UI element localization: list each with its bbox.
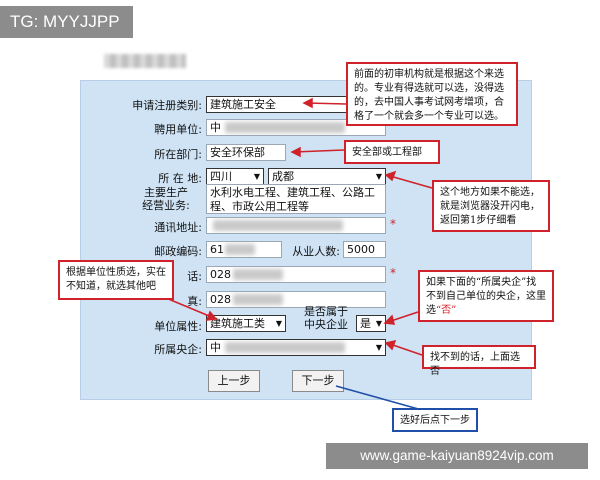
blurred-header bbox=[104, 54, 186, 68]
postcode-label: 邮政编码: bbox=[154, 245, 202, 258]
category-value: 建筑施工安全 bbox=[210, 98, 276, 111]
phone-value: 028 bbox=[210, 268, 231, 281]
city-select[interactable]: 成都 ▼ bbox=[268, 168, 386, 185]
central-enterprise-redacted bbox=[225, 342, 345, 353]
unit-type-label: 单位属性: bbox=[154, 320, 202, 333]
watermark-bottom: www.game-kaiyuan8924vip.com bbox=[326, 443, 588, 469]
department-value: 安全环保部 bbox=[210, 146, 265, 159]
location-label: 所 在 地: bbox=[158, 172, 202, 185]
address-redacted bbox=[213, 220, 343, 231]
callout-central-no: “否” bbox=[436, 305, 457, 316]
central-yes-no-select[interactable]: 是 ▼ bbox=[356, 315, 386, 332]
unit-type-select[interactable]: 建筑施工类 ▼ bbox=[206, 315, 286, 332]
central-question-label: 是否属于 中央企业 bbox=[296, 305, 356, 331]
central-enterprise-select[interactable]: 中 ▼ bbox=[206, 339, 386, 356]
employer-redacted bbox=[225, 122, 345, 133]
prev-step-button[interactable]: 上一步 bbox=[208, 370, 260, 392]
business-value: 水利水电工程、建筑工程、公路工程、市政公用工程等 bbox=[210, 186, 375, 213]
postcode-input[interactable]: 61 bbox=[206, 241, 282, 258]
employer-value: 中 bbox=[210, 121, 221, 134]
callout-top: 前面的初审机构就是根据这个来选的。专业有得选就可以选，没得选的，去中国人事考试网… bbox=[346, 62, 518, 126]
central-yes-no-value: 是 bbox=[360, 317, 371, 330]
department-label: 所在部门: bbox=[154, 148, 202, 161]
employer-label: 聘用单位: bbox=[154, 123, 202, 136]
postcode-value: 61 bbox=[210, 243, 224, 256]
phone-redacted bbox=[233, 269, 283, 280]
address-input[interactable] bbox=[206, 217, 386, 234]
city-value: 成都 bbox=[272, 170, 294, 183]
phone-required-mark: * bbox=[390, 266, 396, 280]
callout-central-if: 如果下面的“所属央企”找不到自己单位的央企，这里选“否” bbox=[418, 270, 554, 322]
category-label: 申请注册类别: bbox=[132, 99, 202, 112]
business-label: 主要生产 经营业务: bbox=[130, 186, 202, 212]
callout-next-tip: 选好后点下一步 bbox=[392, 408, 478, 432]
callout-central-notfound: 找不到的话，上面选否 bbox=[422, 345, 536, 377]
province-select[interactable]: 四川 ▼ bbox=[206, 168, 264, 185]
postcode-redacted bbox=[225, 244, 255, 255]
central-enterprise-value: 中 bbox=[210, 341, 221, 354]
callout-department: 安全部或工程部 bbox=[344, 140, 440, 164]
business-label-text: 主要生产 经营业务: bbox=[142, 186, 190, 212]
watermark-top: TG: MYYJJPP bbox=[0, 6, 133, 38]
next-step-button[interactable]: 下一步 bbox=[292, 370, 344, 392]
staff-input[interactable]: 5000 bbox=[343, 241, 386, 258]
department-input[interactable]: 安全环保部 bbox=[206, 144, 286, 161]
central-enterprise-label: 所属央企: bbox=[154, 343, 202, 356]
staff-label: 从业人数: bbox=[292, 245, 340, 258]
callout-unit-type: 根据单位性质选，实在不知道，就选其他吧 bbox=[58, 260, 174, 300]
business-textarea[interactable]: 水利水电工程、建筑工程、公路工程、市政公用工程等 bbox=[206, 184, 386, 214]
category-select[interactable]: 建筑施工安全 bbox=[206, 96, 354, 113]
unit-type-value: 建筑施工类 bbox=[210, 317, 265, 330]
fax-value: 028 bbox=[210, 293, 231, 306]
chevron-down-icon: ▼ bbox=[375, 319, 382, 328]
callout-browser: 这个地方如果不能选，就是浏览器没开闪电，返回第1步仔细看 bbox=[432, 180, 550, 232]
chevron-down-icon: ▼ bbox=[253, 172, 260, 181]
fax-redacted bbox=[233, 294, 283, 305]
staff-value: 5000 bbox=[347, 243, 375, 256]
chevron-down-icon: ▼ bbox=[375, 343, 382, 352]
chevron-down-icon: ▼ bbox=[375, 172, 382, 181]
address-label: 通讯地址: bbox=[154, 221, 202, 234]
phone-input[interactable]: 028 bbox=[206, 266, 386, 283]
chevron-down-icon: ▼ bbox=[275, 319, 282, 328]
province-value: 四川 bbox=[210, 170, 232, 183]
central-question-text: 是否属于 中央企业 bbox=[304, 305, 348, 331]
address-required-mark: * bbox=[390, 217, 396, 231]
